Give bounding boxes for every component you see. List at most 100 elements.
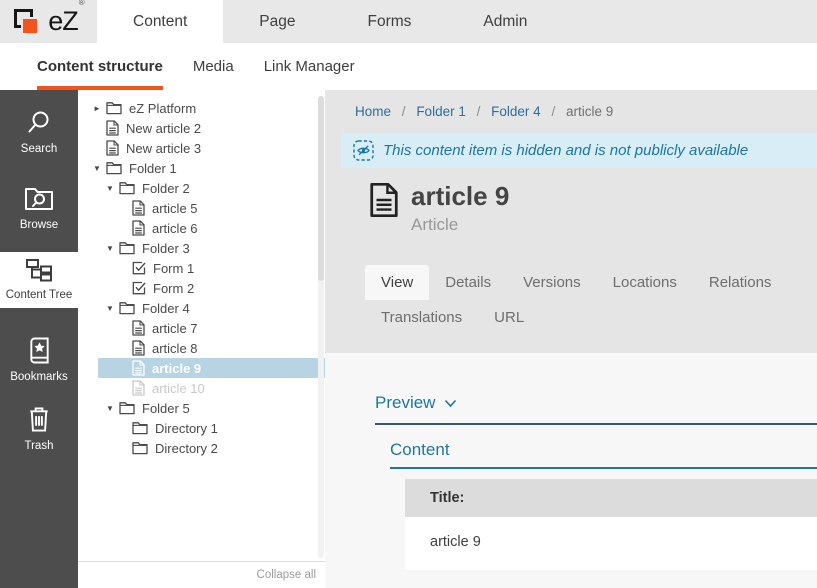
folder-icon: [106, 161, 122, 175]
folder-icon: [119, 301, 135, 315]
form-icon: [132, 261, 146, 275]
sidebar-label-bookmarks: Bookmarks: [10, 372, 68, 384]
left-sidebar: Search Browse Content Tree Bookmarks Tra…: [0, 90, 78, 588]
sidebar-item-search[interactable]: Search: [0, 94, 78, 172]
expand-arrow-icon[interactable]: [106, 244, 119, 253]
sidebar-item-content-tree[interactable]: Content Tree: [0, 252, 78, 308]
top-bar: eZ® Content Page Forms Admin: [0, 0, 817, 43]
tree-item-folder-4[interactable]: Folder 4: [78, 298, 325, 318]
search-icon: [26, 110, 52, 136]
ez-logo[interactable]: eZ®: [0, 0, 97, 43]
breadcrumb-link-folder-1[interactable]: Folder 1: [416, 104, 466, 119]
collapse-arrow-icon[interactable]: [93, 104, 106, 113]
secondary-navigation: Content structure Media Link Manager: [0, 43, 817, 90]
article-icon: [132, 220, 145, 236]
tree-item-label: Folder 2: [142, 181, 190, 196]
article-icon: [132, 320, 145, 336]
top-tab-content[interactable]: Content: [97, 0, 223, 43]
tree-item-form-1[interactable]: Form 1: [78, 258, 325, 278]
tree-item-label: Folder 5: [142, 401, 190, 416]
expand-arrow-icon[interactable]: [106, 404, 119, 413]
article-icon: [132, 360, 145, 376]
tree-scrollbar-track[interactable]: [318, 96, 324, 558]
tree-item-article-8[interactable]: article 8: [78, 338, 325, 358]
content-tree-panel: eZ Platform New article 2 New article 3 …: [78, 90, 325, 588]
tab-details[interactable]: Details: [429, 265, 507, 300]
tab-locations[interactable]: Locations: [597, 265, 693, 300]
expand-arrow-icon[interactable]: [106, 184, 119, 193]
tree-item-directory-1[interactable]: Directory 1: [78, 418, 325, 438]
top-tab-page[interactable]: Page: [223, 0, 331, 43]
tree-item-folder-2[interactable]: Folder 2: [78, 178, 325, 198]
tree-item-label: Form 1: [153, 261, 194, 276]
tree-item-label: article 8: [152, 341, 198, 356]
main-content: Home / Folder 1 / Folder 4 / article 9 T…: [325, 90, 817, 588]
tree-footer: Collapse all: [78, 561, 325, 588]
tree-item-article-9-selected[interactable]: article 9: [78, 358, 325, 378]
tree-item-label: eZ Platform: [129, 101, 196, 116]
expand-arrow-icon[interactable]: [93, 164, 106, 173]
subnav-content-structure[interactable]: Content structure: [37, 43, 163, 90]
sidebar-item-browse[interactable]: Browse: [0, 172, 78, 246]
tree-item-label: Folder 1: [129, 161, 177, 176]
tree-item-label: article 10: [152, 381, 205, 396]
tab-view[interactable]: View: [365, 265, 429, 300]
tree-item-label: New article 2: [126, 121, 201, 136]
article-type-icon: [369, 182, 399, 218]
tree-item-label: article 5: [152, 201, 198, 216]
tree-item-article-6[interactable]: article 6: [78, 218, 325, 238]
breadcrumb-current: article 9: [566, 104, 613, 119]
tree-item-article-10-hidden[interactable]: article 10: [78, 378, 325, 398]
tree-item-article-7[interactable]: article 7: [78, 318, 325, 338]
tree-item-folder-1[interactable]: Folder 1: [78, 158, 325, 178]
sidebar-item-bookmarks[interactable]: Bookmarks: [0, 326, 78, 394]
notice-text: This content item is hidden and is not p…: [383, 142, 748, 159]
sidebar-item-trash[interactable]: Trash: [0, 394, 78, 464]
content-tree: eZ Platform New article 2 New article 3 …: [78, 90, 325, 458]
tree-item-directory-2[interactable]: Directory 2: [78, 438, 325, 458]
ez-logo-icon: [14, 8, 42, 36]
top-tab-admin[interactable]: Admin: [447, 0, 563, 43]
preview-toggle[interactable]: Preview: [375, 393, 817, 413]
tree-item-article-5[interactable]: article 5: [78, 198, 325, 218]
form-icon: [132, 281, 146, 295]
breadcrumb: Home / Folder 1 / Folder 4 / article 9: [325, 90, 817, 128]
tree-item-label: Folder 4: [142, 301, 190, 316]
article-icon: [132, 380, 145, 396]
subnav-link-manager[interactable]: Link Manager: [264, 43, 355, 90]
content-section-title: Content: [390, 440, 817, 460]
tree-item-label: Form 2: [153, 281, 194, 296]
tree-scrollbar-thumb[interactable]: [318, 96, 324, 281]
tab-url[interactable]: URL: [478, 300, 540, 335]
collapse-all-link[interactable]: Collapse all: [257, 569, 316, 581]
expand-arrow-icon[interactable]: [106, 304, 119, 313]
breadcrumb-separator: /: [551, 104, 555, 119]
content-section-divider: [390, 467, 817, 469]
breadcrumb-link-home[interactable]: Home: [355, 104, 391, 119]
sidebar-label-browse: Browse: [20, 220, 58, 232]
hidden-content-notice: This content item is hidden and is not p…: [341, 133, 817, 168]
content-tree-icon: [25, 258, 53, 282]
tree-item-form-2[interactable]: Form 2: [78, 278, 325, 298]
preview-divider: [375, 423, 817, 425]
tree-item-ez-platform[interactable]: eZ Platform: [78, 98, 325, 118]
preview-label: Preview: [375, 393, 435, 413]
tab-versions[interactable]: Versions: [507, 265, 597, 300]
breadcrumb-link-folder-4[interactable]: Folder 4: [491, 104, 541, 119]
tree-item-new-article-2[interactable]: New article 2: [78, 118, 325, 138]
ez-platform-admin-window: eZ® Content Page Forms Admin Content str…: [0, 0, 817, 588]
tree-item-folder-5[interactable]: Folder 5: [78, 398, 325, 418]
subnav-media[interactable]: Media: [193, 43, 234, 90]
browse-icon: [24, 186, 54, 212]
tree-item-folder-3[interactable]: Folder 3: [78, 238, 325, 258]
chevron-down-icon: [444, 399, 457, 408]
view-tab-panel: Preview Content Title: article 9: [325, 353, 817, 588]
top-tab-forms[interactable]: Forms: [332, 0, 448, 43]
folder-icon: [132, 421, 148, 435]
top-navigation: Content Page Forms Admin: [97, 0, 563, 43]
tree-item-new-article-3[interactable]: New article 3: [78, 138, 325, 158]
content-header: Home / Folder 1 / Folder 4 / article 9 T…: [325, 90, 817, 353]
content-type-label: Article: [411, 215, 509, 235]
tab-relations[interactable]: Relations: [693, 265, 788, 300]
tab-translations[interactable]: Translations: [365, 300, 478, 335]
